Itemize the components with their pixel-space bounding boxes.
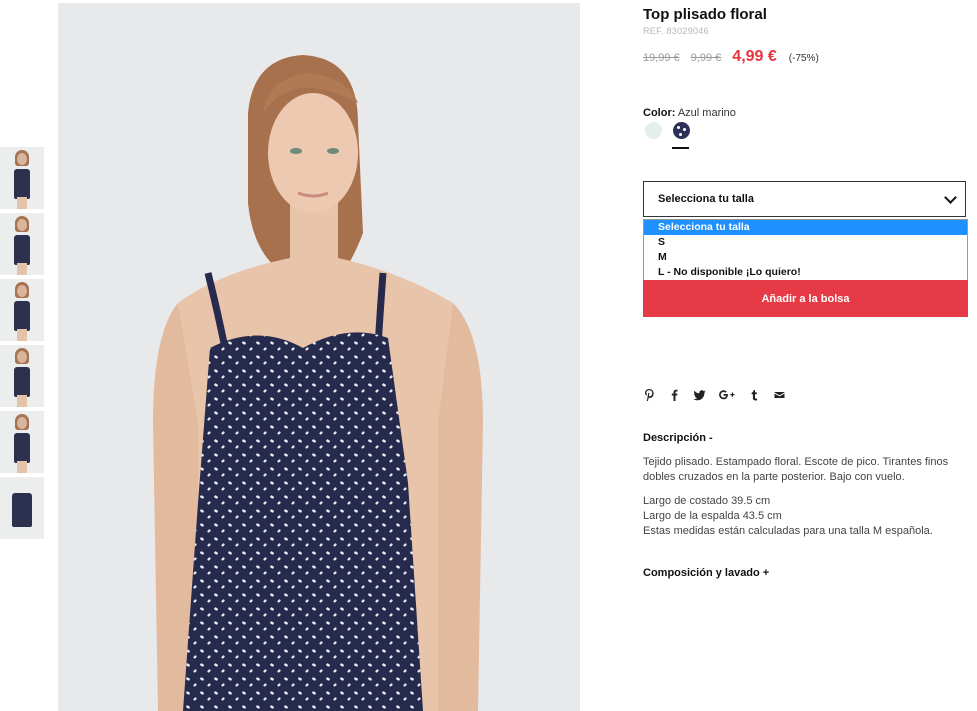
measure-back: Largo de la espalda 43.5 cm [643,510,782,522]
product-title: Top plisado floral [643,6,767,23]
discount-badge: (-75%) [788,53,819,64]
swatch-dot [679,133,682,136]
thumb-dress [14,169,30,199]
description-heading[interactable]: Descripción - [643,432,713,444]
thumb-head [17,351,27,363]
previous-price: 9,99 € [690,52,722,64]
thumb-head [17,285,27,297]
thumbnail-1[interactable] [0,147,44,209]
thumb-legs [17,395,27,407]
size-dropdown: Selecciona tu talla S M L - No disponibl… [643,219,968,281]
thumb-head [17,219,27,231]
pinterest-icon[interactable] [643,388,656,402]
composition-heading[interactable]: Composición y lavado + [643,567,769,579]
color-swatches [645,122,701,139]
thumb-head [17,153,27,165]
thumbnail-4[interactable] [0,345,44,407]
color-label-row: Color: Azul marino [643,107,736,119]
thumbnail-5[interactable] [0,411,44,473]
share-icons [643,388,798,402]
original-price: 19,99 € [643,52,680,64]
thumb-dress [12,493,32,527]
email-icon[interactable] [773,388,786,402]
thumbnail-6[interactable] [0,477,44,539]
product-main-image[interactable] [58,3,580,711]
thumb-dress [14,367,30,397]
thumbnail-list [0,147,44,543]
tumblr-icon[interactable] [748,388,761,402]
add-to-bag-button[interactable]: Añadir a la bolsa [643,280,968,317]
price-row: 19,99 € 9,99 € 4,99 € (-75%) [643,48,819,66]
size-option-placeholder[interactable]: Selecciona tu talla [644,220,967,235]
twitter-icon[interactable] [693,388,706,402]
thumbnail-2[interactable] [0,213,44,275]
size-option-s[interactable]: S [644,235,967,250]
measurements: Largo de costado 39.5 cm Largo de la esp… [643,494,968,539]
thumb-dress [14,301,30,331]
facebook-icon[interactable] [668,388,681,402]
swatch-mint[interactable] [645,122,662,139]
thumbnail-3[interactable] [0,279,44,341]
selected-swatch-indicator [672,147,689,149]
size-select-label: Selecciona tu talla [658,193,754,205]
sale-price: 4,99 € [732,48,777,65]
thumb-dress [14,235,30,265]
thumb-head [17,417,27,429]
swatch-dot [683,128,686,131]
model-illustration [153,55,483,711]
size-option-m[interactable]: M [644,250,967,265]
thumb-legs [17,461,27,473]
swatch-navy[interactable] [673,122,690,139]
measure-side: Largo de costado 39.5 cm [643,495,771,507]
size-option-l[interactable]: L - No disponible ¡Lo quiero! [644,265,967,280]
google-plus-icon[interactable] [718,388,736,402]
color-value: Azul marino [677,107,736,119]
swatch-dot [677,126,680,129]
color-label: Color: [643,107,676,119]
description-text: Tejido plisado. Estampado floral. Escote… [643,456,949,483]
thumb-legs [17,197,27,209]
size-select[interactable]: Selecciona tu talla [643,181,966,217]
thumb-legs [17,263,27,275]
thumb-legs [17,329,27,341]
product-ref: REF. 83029046 [643,26,709,36]
thumb-dress [14,433,30,463]
measure-note: Estas medidas están calculadas para una … [643,525,933,537]
chevron-down-icon [944,190,957,204]
